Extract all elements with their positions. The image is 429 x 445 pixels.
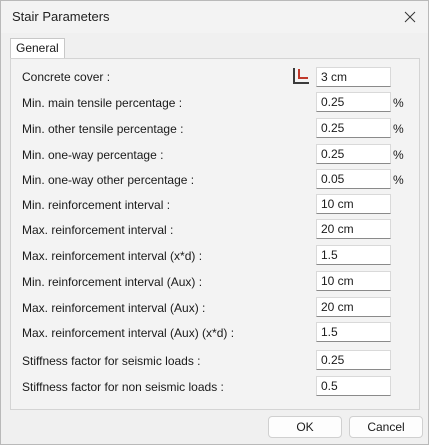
min-reinforcement-interval-aux-label: Min. reinforcement interval (Aux) : — [22, 275, 203, 289]
min-other-tensile-percentage-label: Min. other tensile percentage : — [22, 122, 184, 136]
stair-parameters-dialog: Stair Parameters General Concrete cover … — [0, 0, 429, 445]
concrete-cover-label: Concrete cover : — [22, 70, 111, 84]
min-one-way-other-percentage-field[interactable] — [316, 169, 391, 189]
max-reinforcement-interval-label: Max. reinforcement interval : — [22, 223, 174, 237]
title-bar: Stair Parameters — [1, 1, 428, 33]
max-reinforcement-interval-aux-field[interactable] — [316, 297, 391, 317]
concrete-cover-field[interactable] — [316, 67, 391, 87]
ok-button[interactable]: OK — [268, 416, 342, 438]
percent-unit: % — [393, 96, 404, 110]
concrete-cover-icon — [293, 68, 309, 84]
stiffness-factor-non-seismic-label: Stiffness factor for non seismic loads : — [22, 380, 224, 394]
max-reinforcement-interval-field[interactable] — [316, 219, 391, 239]
min-one-way-percentage-label: Min. one-way percentage : — [22, 148, 164, 162]
stiffness-factor-seismic-label: Stiffness factor for seismic loads : — [22, 354, 201, 368]
max-reinforcement-interval-aux-xd-label: Max. reinforcement interval (Aux) (x*d) … — [22, 326, 235, 340]
close-icon[interactable] — [398, 5, 422, 29]
max-reinforcement-interval-xd-label: Max. reinforcement interval (x*d) : — [22, 249, 203, 263]
max-reinforcement-interval-aux-xd-field[interactable] — [316, 322, 391, 342]
tab-general[interactable]: General — [10, 38, 65, 59]
min-reinforcement-interval-label: Min. reinforcement interval : — [22, 198, 171, 212]
percent-unit: % — [393, 122, 404, 136]
min-main-tensile-percentage-field[interactable] — [316, 92, 391, 112]
min-one-way-other-percentage-label: Min. one-way other percentage : — [22, 173, 195, 187]
min-one-way-percentage-field[interactable] — [316, 144, 391, 164]
cancel-button[interactable]: Cancel — [349, 416, 423, 438]
min-reinforcement-interval-aux-field[interactable] — [316, 271, 391, 291]
tab-strip: General — [8, 37, 422, 59]
stiffness-factor-seismic-field[interactable] — [316, 350, 391, 370]
min-reinforcement-interval-field[interactable] — [316, 194, 391, 214]
min-other-tensile-percentage-field[interactable] — [316, 118, 391, 138]
stiffness-factor-non-seismic-field[interactable] — [316, 376, 391, 396]
percent-unit: % — [393, 173, 404, 187]
percent-unit: % — [393, 148, 404, 162]
max-reinforcement-interval-xd-field[interactable] — [316, 245, 391, 265]
dialog-title: Stair Parameters — [12, 9, 110, 24]
min-main-tensile-percentage-label: Min. main tensile percentage : — [22, 96, 183, 110]
max-reinforcement-interval-aux-label: Max. reinforcement interval (Aux) : — [22, 301, 206, 315]
